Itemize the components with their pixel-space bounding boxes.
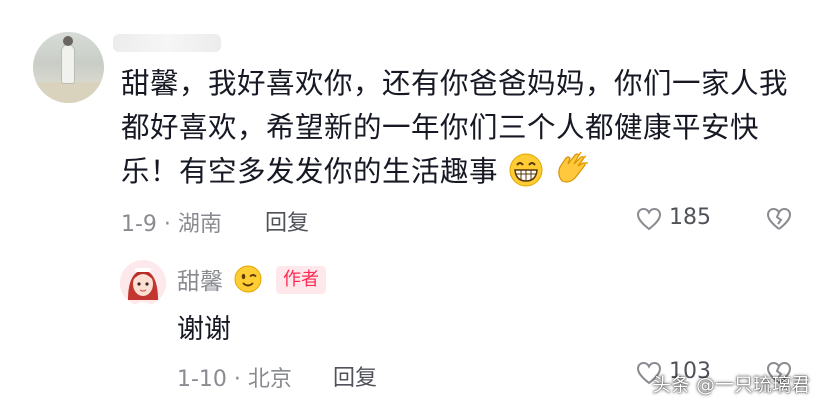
reply-button[interactable]: 回复 — [265, 205, 309, 237]
like-heart-icon[interactable] — [636, 206, 662, 232]
reply-text: 谢谢 — [177, 314, 231, 345]
winking-face-emoji — [234, 265, 262, 293]
clapping-hands-emoji — [553, 150, 591, 194]
watermark: 头条 @一只琉璃君 — [652, 374, 811, 396]
comment-text: 甜馨，我好喜欢你，还有你爸爸妈妈，你们一家人我都好喜欢，希望新的一年你们三个人都… — [121, 62, 801, 194]
reply-date-location: 1-10 · 北京 — [177, 367, 292, 392]
comment-text-body: 甜馨，我好喜欢你，还有你爸爸妈妈，你们一家人我都好喜欢，希望新的一年你们三个人都… — [121, 67, 789, 188]
reply-button-2[interactable]: 回复 — [333, 360, 377, 392]
comment-date-location: 1-9 · 湖南 — [121, 212, 222, 237]
dislike-broken-heart-icon[interactable] — [766, 206, 792, 232]
author-badge: 作者 — [276, 266, 326, 294]
author-username[interactable]: 甜馨 — [177, 262, 223, 296]
author-avatar[interactable] — [120, 260, 166, 306]
commenter-username-blurred[interactable] — [113, 34, 221, 52]
like-count: 185 — [669, 205, 711, 230]
grinning-face-emoji — [508, 150, 544, 194]
commenter-avatar[interactable] — [33, 32, 104, 103]
